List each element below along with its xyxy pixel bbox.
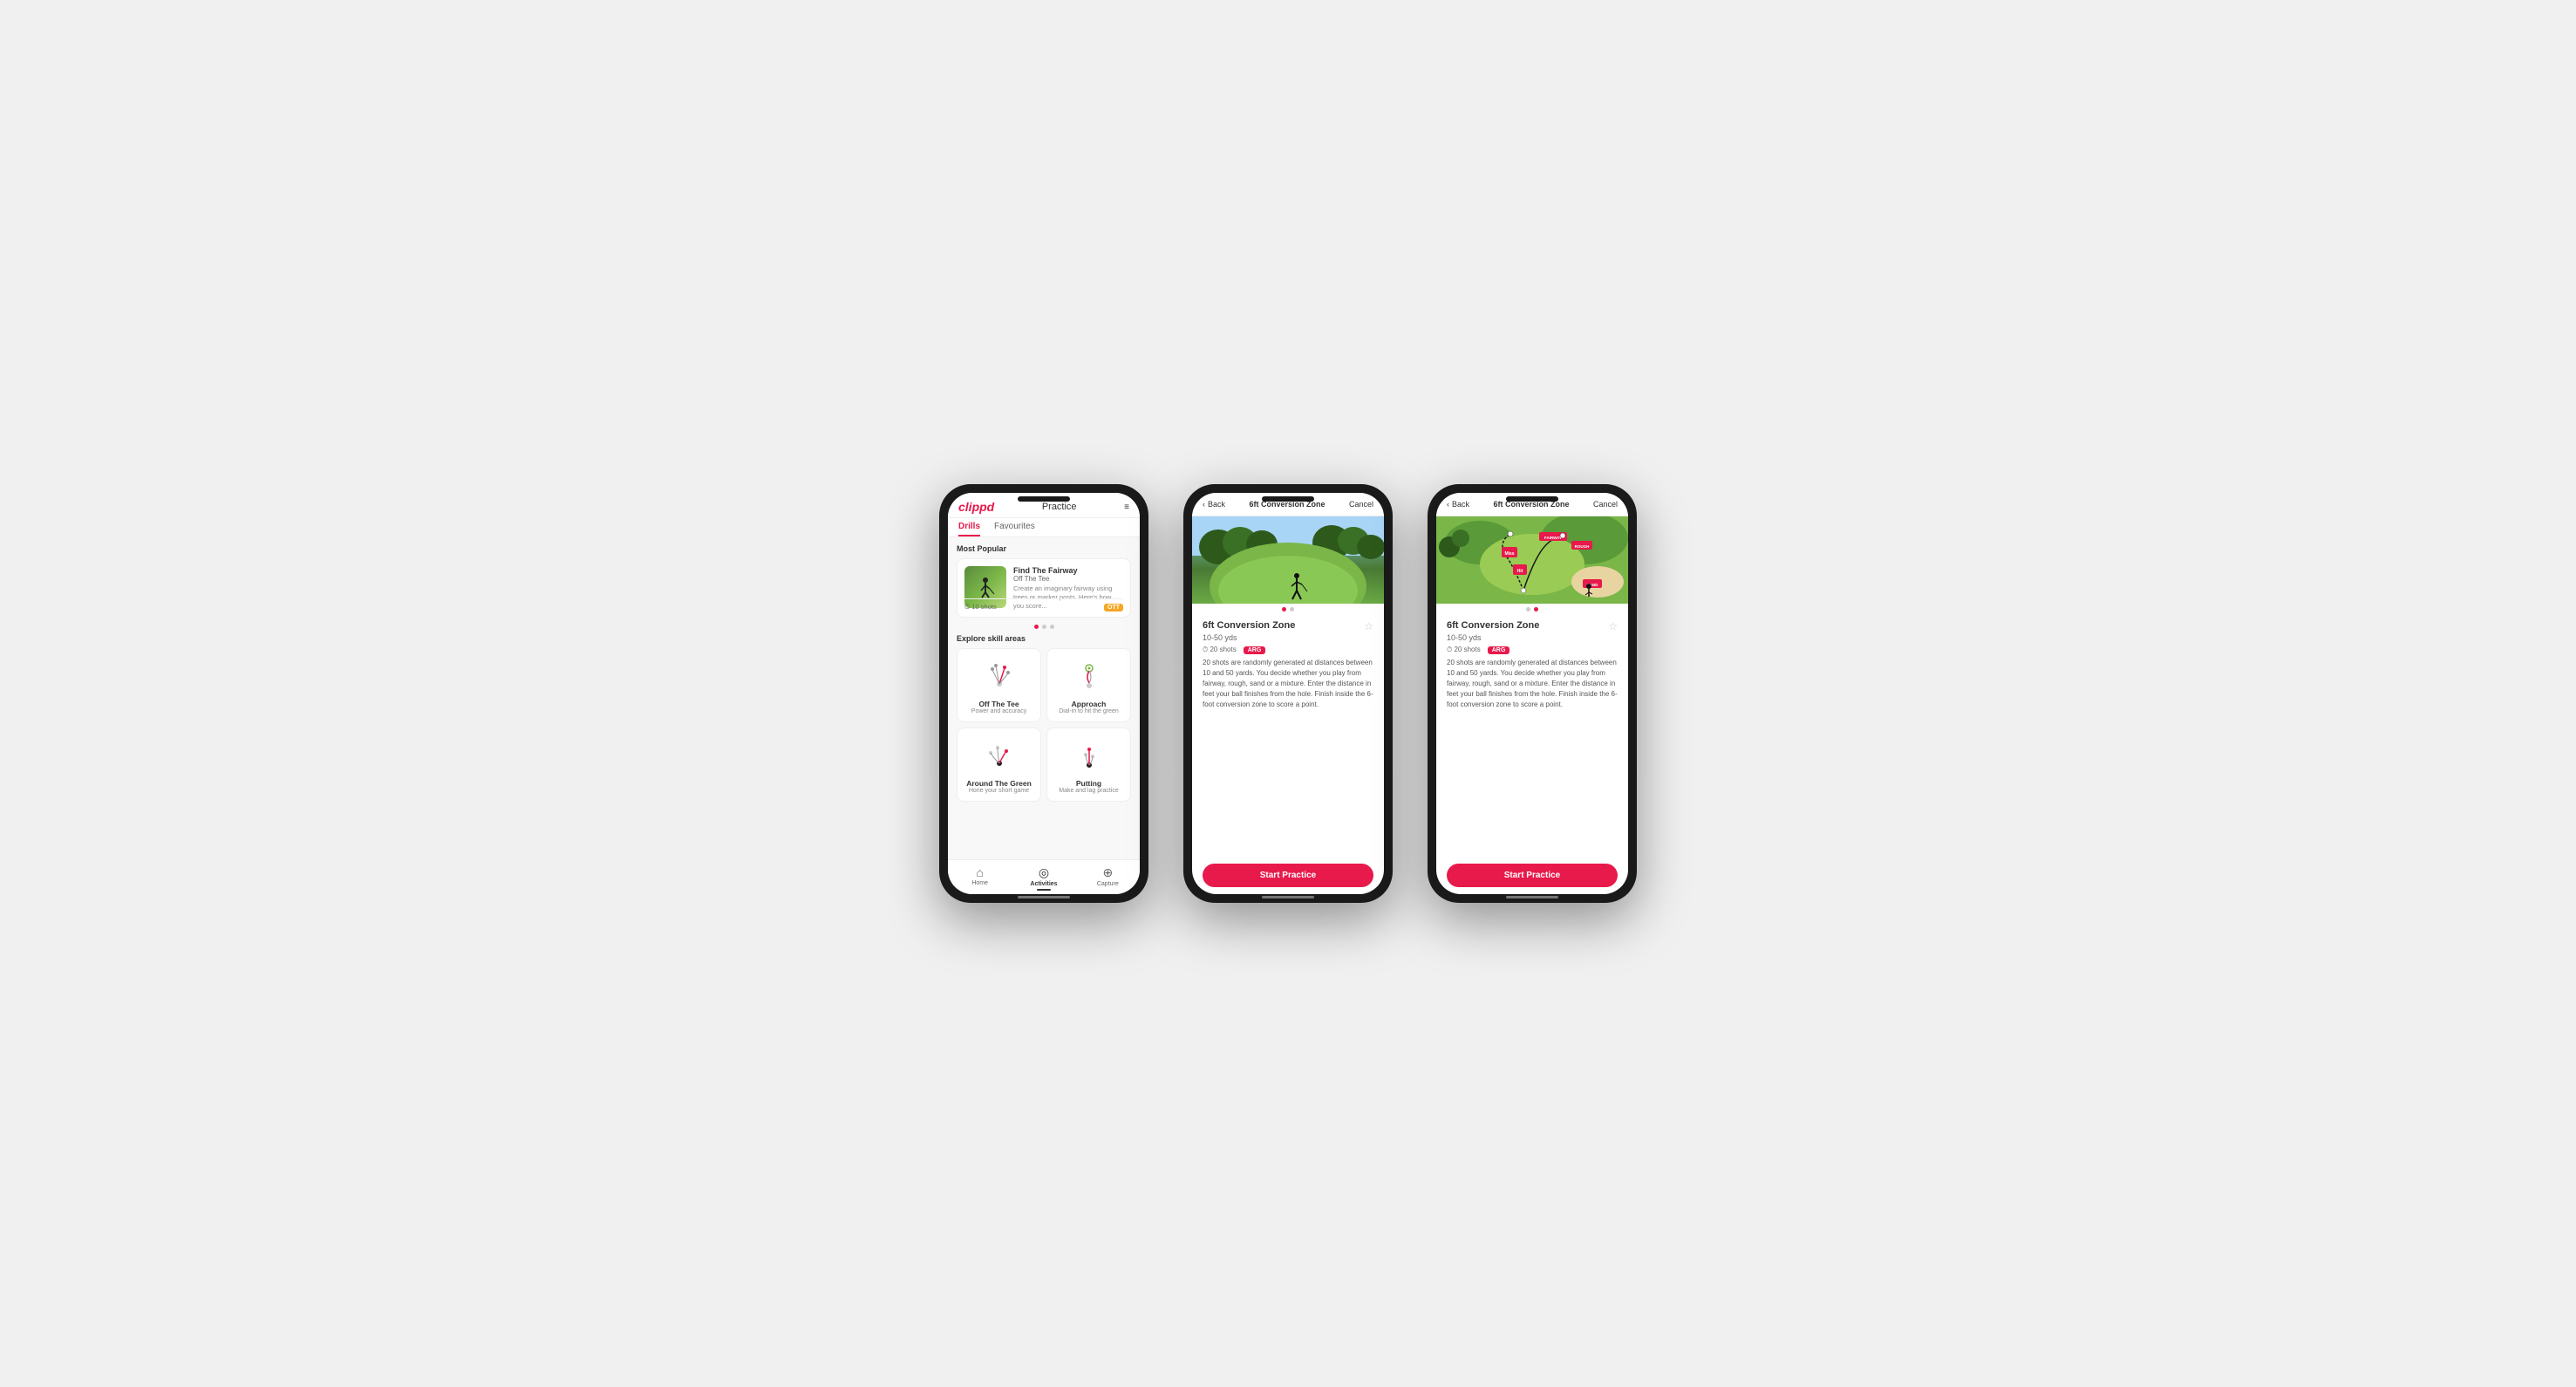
approach-name: Approach <box>1072 700 1107 708</box>
svg-text:FAIRWAY: FAIRWAY <box>1544 536 1562 540</box>
img-dot-2 <box>1290 607 1294 612</box>
img-dot-3-1 <box>1526 607 1530 612</box>
phone-2-screen: ‹ Back 6ft Conversion Zone Cancel <box>1192 493 1384 894</box>
back-label: Back <box>1208 500 1225 509</box>
header-title: Practice <box>1042 502 1077 512</box>
carousel-dots <box>957 625 1131 629</box>
favourite-icon[interactable]: ☆ <box>1364 620 1373 632</box>
atg-name: Around The Green <box>966 779 1032 788</box>
start-practice-button-2[interactable]: Start Practice <box>1203 864 1373 887</box>
svg-text:ROUGH: ROUGH <box>1575 544 1590 549</box>
drill-description-3: 20 shots are randomly generated at dista… <box>1447 658 1618 710</box>
atg-desc: Hone your short game <box>969 788 1029 794</box>
shots-label: ⏱ 20 shots <box>1203 646 1237 654</box>
image-dots-3 <box>1436 604 1628 613</box>
home-indicator-1 <box>1018 896 1070 898</box>
nav-activities[interactable]: ◎ Activities <box>1012 865 1075 891</box>
bottom-navigation: ⌂ Home ◎ Activities ⊕ Capture <box>948 859 1140 894</box>
svg-text:Miss: Miss <box>1504 551 1514 557</box>
drill-title-3: 6ft Conversion Zone <box>1447 620 1539 631</box>
drill-description-2: 20 shots are randomly generated at dista… <box>1203 658 1373 710</box>
svg-text:Hit: Hit <box>1517 569 1523 574</box>
approach-desc: Dial-in to hit the green <box>1059 708 1118 714</box>
capture-label: Capture <box>1097 881 1119 887</box>
nav-home[interactable]: ⌂ Home <box>948 865 1012 891</box>
menu-icon[interactable]: ≡ <box>1124 502 1129 512</box>
drill-distance-3: 10-50 yds <box>1447 633 1618 642</box>
capture-icon: ⊕ <box>1102 865 1113 880</box>
back-chevron-icon-3: ‹ <box>1447 500 1449 509</box>
detail-body-3: 6ft Conversion Zone ☆ 10-50 yds ⏱ 20 sho… <box>1436 613 1628 857</box>
drill-title: Find The Fairway <box>1013 566 1123 575</box>
phone-notch-1 <box>1018 496 1070 502</box>
drill-shots: ⏱ 10 shots <box>964 603 997 612</box>
skill-card-atg[interactable]: Around The Green Hone your short game <box>957 728 1041 802</box>
tab-favourites[interactable]: Favourites <box>994 522 1035 536</box>
arg-badge: ARG <box>1244 646 1266 654</box>
putting-name: Putting <box>1076 779 1101 788</box>
img-dot-3-2 <box>1534 607 1538 612</box>
phone-3-screen: ‹ Back 6ft Conversion Zone Cancel <box>1436 493 1628 894</box>
skill-grid: Off The Tee Power and accuracy <box>957 648 1131 802</box>
putting-icon-area <box>1068 735 1110 777</box>
ott-badge: OTT <box>1104 604 1123 612</box>
tab-bar: Drills Favourites <box>948 518 1140 537</box>
drill-distance: 10-50 yds <box>1203 633 1373 642</box>
dot-3 <box>1050 625 1054 629</box>
cancel-button[interactable]: Cancel <box>1349 500 1373 509</box>
approach-icon-area <box>1068 656 1110 698</box>
home-indicator-3 <box>1506 896 1558 898</box>
ott-icon-area <box>978 656 1020 698</box>
most-popular-label: Most Popular <box>957 544 1131 553</box>
drill-meta-2: ⏱ 20 shots ARG <box>1203 646 1373 654</box>
skill-card-ott[interactable]: Off The Tee Power and accuracy <box>957 648 1041 722</box>
phone-notch-2 <box>1262 496 1314 502</box>
putting-desc: Make and lag practice <box>1059 788 1118 794</box>
activities-icon: ◎ <box>1039 865 1049 880</box>
back-chevron-icon: ‹ <box>1203 500 1205 509</box>
drill-map: Hit Miss FAIRWAY ROUGH SAND <box>1436 516 1628 604</box>
dot-2 <box>1042 625 1046 629</box>
phone-1-screen: clippd Practice ≡ Drills Favourites Most… <box>948 493 1140 894</box>
phone-1: clippd Practice ≡ Drills Favourites Most… <box>939 484 1148 903</box>
arg-badge-3: ARG <box>1488 646 1510 654</box>
phone-notch-3 <box>1506 496 1558 502</box>
drill-photo <box>1192 516 1384 604</box>
ott-name: Off The Tee <box>978 700 1019 708</box>
ott-desc: Power and accuracy <box>971 708 1026 714</box>
tab-drills[interactable]: Drills <box>958 522 980 536</box>
cancel-button-3[interactable]: Cancel <box>1593 500 1618 509</box>
drill-title-2: 6ft Conversion Zone <box>1203 620 1295 631</box>
skill-card-approach[interactable]: Approach Dial-in to hit the green <box>1046 648 1131 722</box>
home-icon: ⌂ <box>976 865 983 879</box>
image-dots-2 <box>1192 604 1384 613</box>
practice-body: Most Popular <box>948 537 1140 859</box>
explore-label: Explore skill areas <box>957 634 1131 643</box>
nav-capture[interactable]: ⊕ Capture <box>1076 865 1140 891</box>
atg-icon-area <box>978 735 1020 777</box>
drill-subtitle: Off The Tee <box>1013 575 1123 583</box>
activities-label: Activities <box>1030 881 1057 887</box>
featured-drill-card[interactable]: Find The Fairway Off The Tee Create an i… <box>957 558 1131 618</box>
drill-meta: ⏱ 10 shots OTT <box>964 598 1123 612</box>
drill-meta-3: ⏱ 20 shots ARG <box>1447 646 1618 654</box>
start-practice-button-3[interactable]: Start Practice <box>1447 864 1618 887</box>
home-indicator-2 <box>1262 896 1314 898</box>
active-underline <box>1037 889 1051 891</box>
back-label-3: Back <box>1452 500 1469 509</box>
phone-2: ‹ Back 6ft Conversion Zone Cancel <box>1183 484 1393 903</box>
skill-card-putting[interactable]: Putting Make and lag practice <box>1046 728 1131 802</box>
phone-3: ‹ Back 6ft Conversion Zone Cancel <box>1428 484 1637 903</box>
back-button-3[interactable]: ‹ Back <box>1447 500 1469 509</box>
favourite-icon-3[interactable]: ☆ <box>1608 620 1618 632</box>
dot-1 <box>1034 625 1039 629</box>
shots-label-3: ⏱ 20 shots <box>1447 646 1481 654</box>
app-logo: clippd <box>958 500 994 514</box>
home-label: Home <box>971 880 988 886</box>
back-button[interactable]: ‹ Back <box>1203 500 1225 509</box>
title-row-3: 6ft Conversion Zone ☆ <box>1447 620 1618 632</box>
detail-body-2: 6ft Conversion Zone ☆ 10-50 yds ⏱ 20 sho… <box>1192 613 1384 857</box>
img-dot-1 <box>1282 607 1286 612</box>
title-row: 6ft Conversion Zone ☆ <box>1203 620 1373 632</box>
